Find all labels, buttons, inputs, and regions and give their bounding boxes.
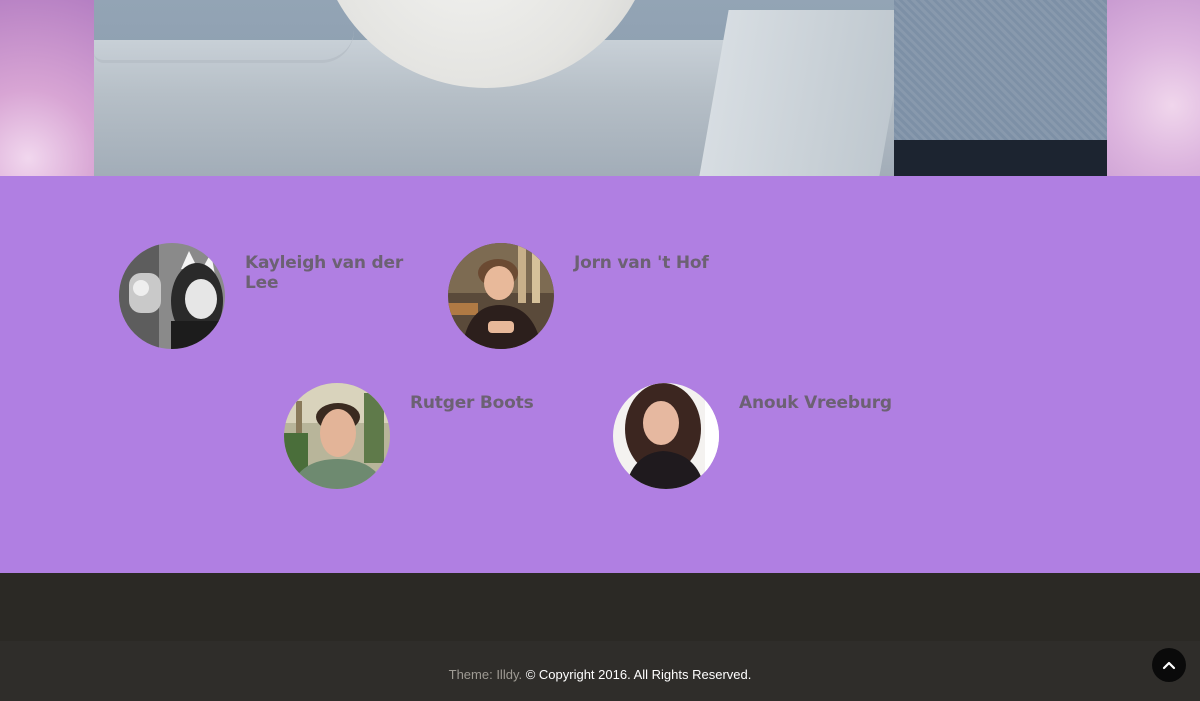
member-name: Anouk Vreeburg <box>739 393 892 413</box>
hero-photo <box>94 0 1107 176</box>
member-name: Rutger Boots <box>410 393 534 413</box>
hero-image-band <box>0 0 1200 176</box>
hero-photo-fabric <box>894 0 1107 140</box>
member-name: Kayleigh van der Lee <box>245 253 404 293</box>
portrait-photo-icon <box>448 243 554 349</box>
chevron-up-icon <box>1162 661 1176 670</box>
page: Kayleigh van der Lee Jorn van 't Hof Rut… <box>0 0 1200 701</box>
hero-photo-shadow <box>894 140 1107 176</box>
theme-credit-link[interactable]: Theme: Illdy. <box>449 667 522 682</box>
team-member: Jorn van 't Hof <box>448 243 768 353</box>
member-avatar <box>284 383 390 489</box>
member-avatar <box>448 243 554 349</box>
member-avatar <box>119 243 225 349</box>
hero-blur-right <box>1107 0 1200 176</box>
team-member: Rutger Boots <box>284 383 604 493</box>
hero-photo-shelf-edge <box>699 10 909 176</box>
hero-blur-left <box>0 0 94 176</box>
team-member: Kayleigh van der Lee <box>119 243 439 353</box>
hero-photo-cable <box>94 30 354 63</box>
footer-credits: Theme: Illdy. © Copyright 2016. All Righ… <box>0 667 1200 683</box>
footer-widgets-area <box>0 573 1200 641</box>
member-avatar <box>613 383 719 489</box>
back-to-top-button[interactable] <box>1152 648 1186 682</box>
portrait-photo-icon <box>613 383 719 489</box>
copyright-text: © Copyright 2016. All Rights Reserved. <box>525 667 752 682</box>
portrait-photo-icon <box>284 383 390 489</box>
portrait-photo-icon <box>119 243 225 349</box>
member-name: Jorn van 't Hof <box>574 253 709 273</box>
footer: Theme: Illdy. © Copyright 2016. All Righ… <box>0 641 1200 701</box>
team-member: Anouk Vreeburg <box>613 383 933 493</box>
team-section: Kayleigh van der Lee Jorn van 't Hof Rut… <box>0 176 1200 573</box>
